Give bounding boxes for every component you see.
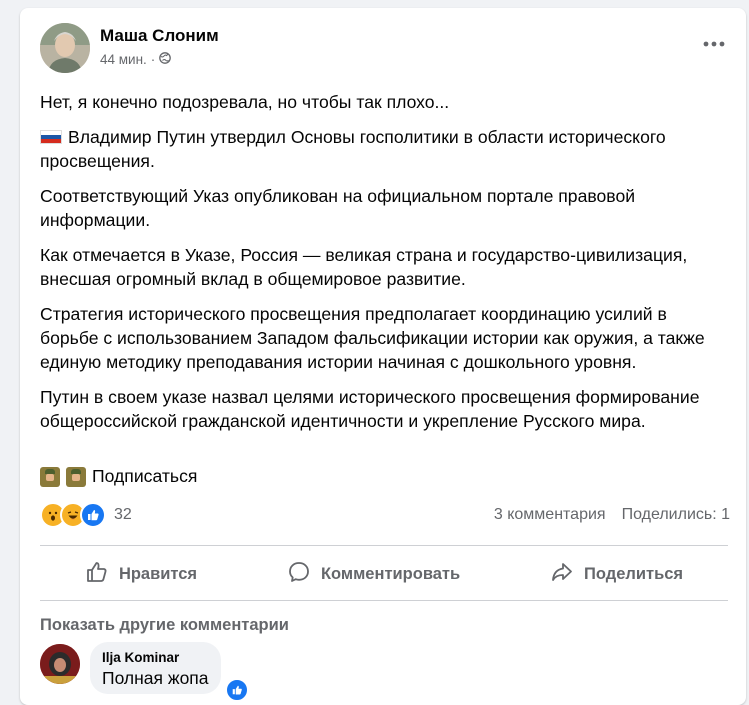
reaction-icons[interactable] bbox=[40, 502, 106, 528]
show-more-comments-link[interactable]: Показать другие комментарии bbox=[40, 616, 289, 635]
globe-icon bbox=[159, 52, 172, 67]
like-label: Нравится bbox=[118, 564, 198, 583]
engagement-counts: 3 комментария Поделились: 1 bbox=[494, 506, 740, 524]
thumbs-up-icon bbox=[85, 560, 109, 589]
post-card: Маша Слоним 44 мин. · Нет, я конечно под… bbox=[20, 8, 746, 705]
post-paragraph-text: Владимир Путин утвердил Основы госполити… bbox=[40, 127, 666, 171]
share-button[interactable]: Поделиться bbox=[534, 552, 699, 597]
comment-like-reaction-icon[interactable] bbox=[225, 678, 249, 702]
meta-separator: · bbox=[150, 52, 156, 67]
share-count[interactable]: Поделились: 1 bbox=[622, 506, 730, 524]
divider bbox=[40, 545, 728, 546]
commenter-avatar[interactable] bbox=[40, 644, 80, 684]
comment-button[interactable]: Комментировать bbox=[271, 552, 476, 597]
share-label: Поделиться bbox=[584, 564, 684, 583]
author-avatar[interactable] bbox=[40, 23, 90, 73]
reaction-count[interactable]: 32 bbox=[114, 506, 132, 524]
post-paragraph: Нет, я конечно подозревала, но чтобы так… bbox=[40, 92, 450, 112]
divider bbox=[40, 600, 728, 601]
comment-bubble: Ilja Kominar Полная жопа bbox=[90, 642, 221, 694]
soldier-emoji-icon bbox=[66, 466, 86, 487]
comment-author[interactable]: Ilja Kominar bbox=[102, 650, 209, 665]
russia-flag-icon bbox=[40, 130, 62, 144]
author-name[interactable]: Маша Слоним bbox=[100, 26, 219, 46]
like-reaction-icon bbox=[80, 502, 106, 528]
comment-bubble-icon bbox=[287, 560, 311, 589]
soldier-emoji-icon bbox=[40, 466, 60, 487]
like-button[interactable]: Нравится bbox=[69, 552, 213, 597]
comment-label: Комментировать bbox=[320, 564, 461, 583]
post-meta: 44 мин. · bbox=[100, 52, 172, 67]
post-paragraph: Как отмечается в Указе, Россия — великая… bbox=[40, 245, 688, 289]
action-bar: Нравится Комментировать Поделиться bbox=[40, 548, 728, 600]
post-time[interactable]: 44 мин. bbox=[100, 52, 147, 67]
post-paragraph: Стратегия исторического просвещения пред… bbox=[40, 304, 705, 372]
post-paragraph: Владимир Путин утвердил Основы госполити… bbox=[40, 125, 730, 173]
post-paragraph: Путин в своем указе назвал целями истори… bbox=[40, 387, 700, 431]
post-header: Маша Слоним 44 мин. · bbox=[20, 8, 746, 78]
subscribe-line: Подписаться bbox=[40, 466, 197, 487]
subscribe-text: Подписаться bbox=[92, 466, 198, 486]
share-arrow-icon bbox=[550, 560, 574, 589]
reactions-summary: 32 3 комментария Поделились: 1 bbox=[40, 502, 740, 528]
comment-text: Полная жопа bbox=[102, 668, 209, 688]
comment-count[interactable]: 3 комментария bbox=[494, 506, 606, 524]
post-paragraph: Соответствующий Указ опубликован на офиц… bbox=[40, 186, 636, 230]
post-body: Нет, я конечно подозревала, но чтобы так… bbox=[40, 90, 730, 444]
more-options-icon[interactable] bbox=[696, 32, 732, 56]
